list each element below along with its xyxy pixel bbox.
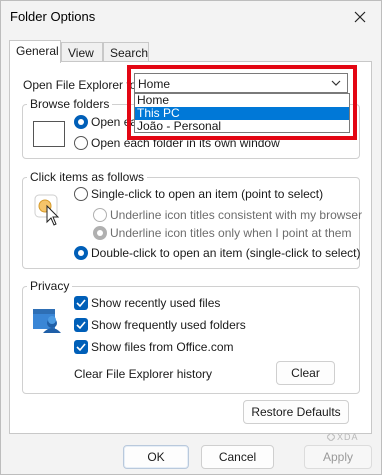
checkbox-office-files[interactable]	[74, 340, 88, 354]
checkbox-office-files-label: Show files from Office.com	[91, 340, 234, 354]
checkbox-recent-files-label: Show recently used files	[91, 296, 221, 310]
radio-single-click-label: Single-click to open an item (point to s…	[91, 187, 324, 201]
restore-defaults-button[interactable]: Restore Defaults	[243, 400, 349, 424]
ok-button[interactable]: OK	[123, 445, 189, 469]
checkmark-icon	[76, 343, 86, 352]
privacy-legend: Privacy	[27, 279, 73, 293]
privacy-group: Privacy Show recently used files Show fr…	[22, 279, 360, 394]
radio-double-click-label: Double-click to open an item (single-cli…	[91, 246, 361, 260]
radio-own-window[interactable]	[74, 136, 88, 150]
browse-folders-legend: Browse folders	[27, 97, 113, 111]
radio-double-click[interactable]	[74, 246, 88, 260]
radio-underline-consistent[interactable]	[93, 208, 107, 222]
close-button[interactable]	[347, 5, 373, 29]
open-explorer-label: Open File Explorer to:	[23, 78, 140, 92]
cancel-button-label: Cancel	[218, 450, 257, 464]
watermark: XDA	[327, 431, 369, 443]
checkmark-icon	[76, 299, 86, 308]
tab-view[interactable]: View	[61, 42, 103, 62]
apply-button-label: Apply	[322, 450, 354, 464]
title-bar: Folder Options	[1, 1, 381, 33]
restore-defaults-label: Restore Defaults	[251, 405, 341, 419]
close-icon	[354, 11, 366, 23]
click-items-illustration-icon	[34, 194, 60, 226]
radio-underline-point[interactable]	[93, 226, 107, 240]
tab-view-label: View	[68, 46, 94, 60]
folder-options-window: Folder Options General View Search Open …	[0, 0, 382, 475]
tab-search-label: Search	[110, 46, 149, 60]
watermark-logo-icon	[327, 433, 335, 441]
cancel-button[interactable]: Cancel	[201, 445, 274, 469]
tab-general[interactable]: General	[9, 40, 61, 63]
checkbox-recent-files[interactable]	[74, 296, 88, 310]
radio-underline-point-label: Underline icon titles only when I point …	[110, 226, 352, 240]
clear-button-label: Clear	[291, 366, 320, 380]
click-items-legend: Click items as follows	[27, 170, 148, 184]
checkmark-icon	[76, 321, 86, 330]
radio-underline-consistent-label: Underline icon titles consistent with my…	[110, 208, 363, 222]
tab-search[interactable]: Search	[103, 42, 149, 62]
clear-history-button[interactable]: Clear	[276, 361, 335, 385]
radio-same-window[interactable]	[74, 115, 88, 129]
watermark-text: XDA	[337, 432, 359, 442]
click-items-group: Click items as follows Single-click to o…	[22, 170, 363, 269]
tab-general-label: General	[16, 44, 59, 58]
checkbox-frequent-folders-label: Show frequently used folders	[91, 318, 246, 332]
window-title: Folder Options	[10, 9, 96, 24]
clear-history-label: Clear File Explorer history	[74, 367, 213, 381]
apply-button[interactable]: Apply	[304, 445, 372, 469]
checkbox-frequent-folders[interactable]	[74, 318, 88, 332]
highlight-frame	[127, 65, 357, 140]
browse-folders-illustration-icon	[33, 121, 65, 147]
radio-single-click[interactable]	[74, 187, 88, 201]
privacy-illustration-icon	[33, 309, 61, 333]
ok-button-label: OK	[147, 450, 165, 464]
